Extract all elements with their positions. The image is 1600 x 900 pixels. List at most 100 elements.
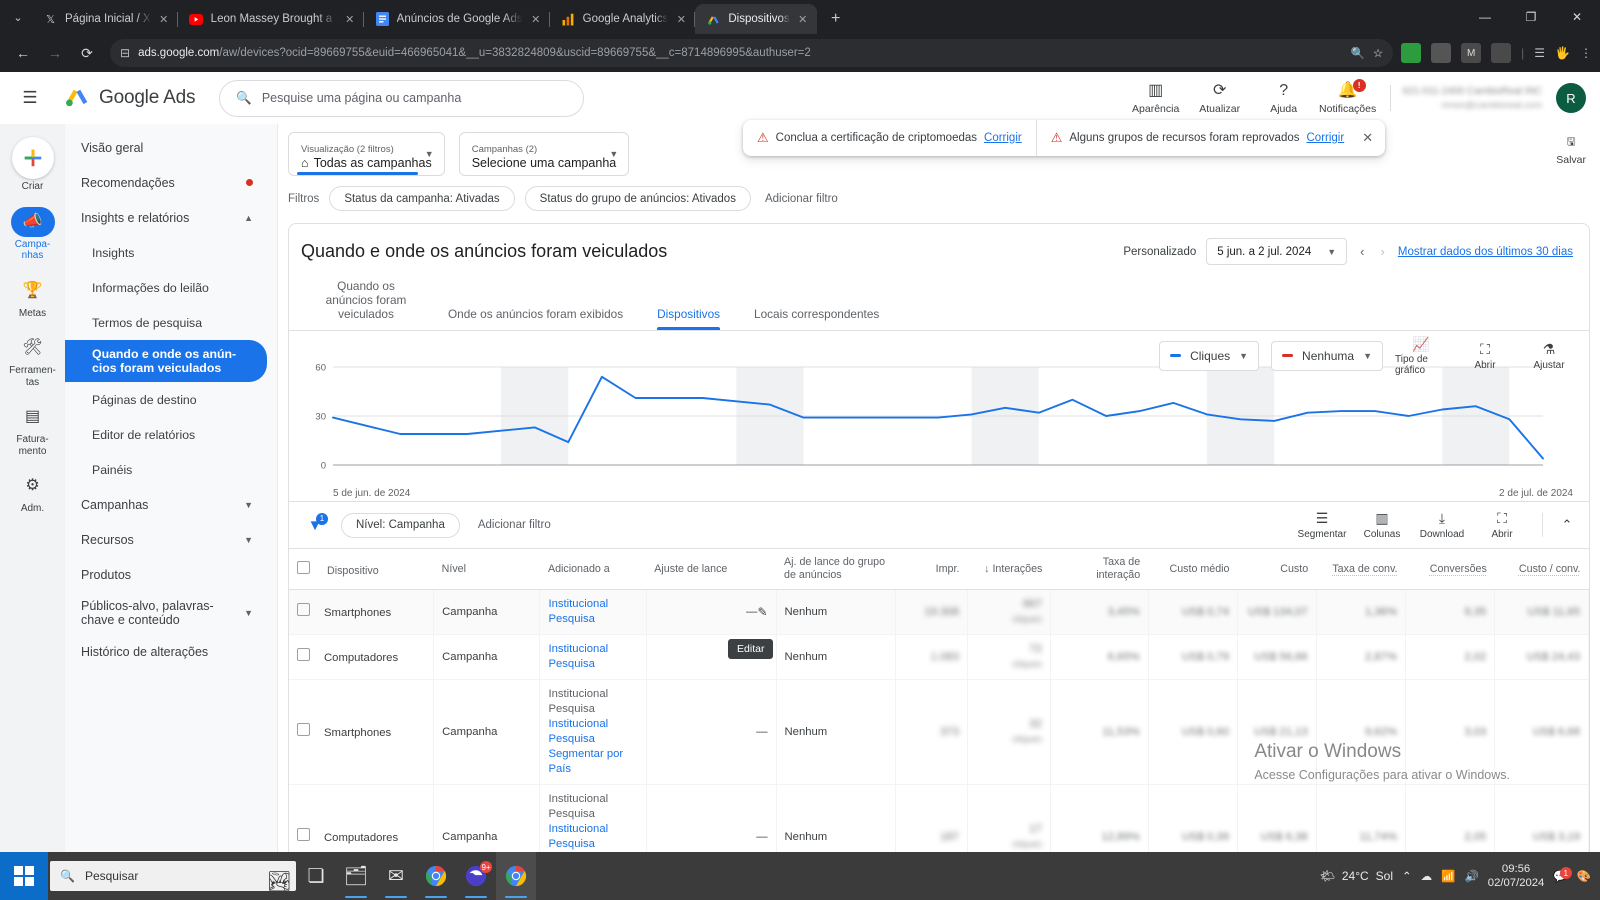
row-checkbox[interactable] xyxy=(297,828,310,841)
profile-icon[interactable]: 🖐 xyxy=(1555,46,1570,60)
browser-tab-2[interactable]: Leon Massey Brought a Bear | T ✕ xyxy=(178,4,364,34)
th-ajuste-de-lance[interactable]: Ajuste de lance xyxy=(646,548,777,590)
sidebar-item-termos-pesquisa[interactable]: Termos de pesquisa xyxy=(65,305,267,340)
close-window-icon[interactable]: ✕ xyxy=(1554,1,1600,33)
save-button[interactable]: 🖫 Salvar xyxy=(1556,134,1586,166)
chart-type-button[interactable]: 📈 Tipo de gráfico xyxy=(1395,335,1447,377)
rail-item-faturamento[interactable]: ▤ Fatura- mento xyxy=(2,397,64,464)
th-taxa-conv[interactable]: Taxa de conv. xyxy=(1316,548,1406,590)
copilot-icon[interactable]: 🎨 xyxy=(1577,869,1591,883)
extension-clip-icon[interactable] xyxy=(1491,43,1512,63)
browser-tab-3[interactable]: Anúncios de Google Ads para C ✕ xyxy=(364,4,550,34)
sidebar-item-quando-onde-anuncios[interactable]: Quando e onde os anún- cios foram veicul… xyxy=(65,340,267,382)
table-add-filter-button[interactable]: Adicionar filtro xyxy=(474,519,551,531)
search-input[interactable]: 🔍 Pesquise uma página ou campanha xyxy=(219,79,585,117)
mail-icon[interactable]: ✉ xyxy=(376,852,416,900)
table-row[interactable]: Computadores Campanha Institucional Pesq… xyxy=(289,784,1589,852)
toast-fix-link[interactable]: Corrigir xyxy=(984,132,1022,144)
date-range-picker[interactable]: 5 jun. a 2 jul. 2024 ▼ xyxy=(1206,238,1348,265)
close-icon[interactable]: ✕ xyxy=(797,13,809,26)
tab-dispositivos[interactable]: Dispositivos xyxy=(640,299,737,330)
sidebar-item-historico-alteracoes[interactable]: Histórico de alterações xyxy=(65,634,267,669)
toast-close-icon[interactable]: ✕ xyxy=(1358,130,1385,146)
sidebar-item-informacoes-leilao[interactable]: Informações do leilão xyxy=(65,270,267,305)
sidebar-item-campanhas[interactable]: Campanhas ▼ xyxy=(65,487,267,522)
th-aj-lance-grupo[interactable]: Aj. de lance do grupo de anúncios xyxy=(776,548,896,590)
close-icon[interactable]: ✕ xyxy=(158,13,170,26)
notifications-button[interactable]: 🔔 ! Notificações xyxy=(1318,78,1378,115)
new-tab-button[interactable]: + xyxy=(825,10,847,28)
url-input[interactable]: ⊟ ads.google.com/aw/devices?ocid=8966975… xyxy=(110,39,1394,67)
th-custo[interactable]: Custo xyxy=(1237,548,1317,590)
th-nivel[interactable]: Nível xyxy=(433,548,540,590)
start-button[interactable] xyxy=(0,852,48,900)
chart-expand-button[interactable]: ⛶ Abrir xyxy=(1459,341,1511,371)
minimize-icon[interactable]: — xyxy=(1462,1,1508,33)
edge-icon[interactable]: 9+ xyxy=(456,852,496,900)
added-to-entry[interactable]: Segmentar por País xyxy=(548,747,637,777)
maximize-icon[interactable]: ❐ xyxy=(1508,1,1554,33)
metric-selector-primary[interactable]: Cliques ▼ xyxy=(1159,340,1260,371)
clock[interactable]: 09:56 02/07/2024 xyxy=(1488,862,1545,890)
site-settings-icon[interactable]: ⊟ xyxy=(120,46,130,60)
tab-search-dropdown-icon[interactable]: ⌄ xyxy=(4,3,32,31)
added-to-entry[interactable]: Institucional Pesquisa xyxy=(548,642,637,672)
sidebar-item-insights[interactable]: Insights xyxy=(65,235,267,270)
table-row[interactable]: Smartphones Campanha Institucional Pesqu… xyxy=(289,589,1589,635)
th-interacoes[interactable]: ↓ Interações xyxy=(967,548,1051,590)
th-custo-medio[interactable]: Custo médio xyxy=(1148,548,1238,590)
rail-item-metas[interactable]: 🏆 Metas xyxy=(2,271,64,327)
close-icon[interactable]: ✕ xyxy=(530,13,542,26)
th-custo-conv[interactable]: Custo / conv. xyxy=(1494,548,1589,590)
tab-quando-anuncios-veiculados[interactable]: Quando os anúncios foram veiculados xyxy=(301,271,431,330)
tab-locais-correspondentes[interactable]: Locais correspondentes xyxy=(737,299,896,330)
filter-funnel-icon[interactable]: ▼ 1 xyxy=(303,512,328,534)
tray-expand-icon[interactable]: ⌃ xyxy=(1402,869,1412,883)
columns-button[interactable]: ▥ Colunas xyxy=(1354,510,1410,540)
sidebar-item-produtos[interactable]: Produtos xyxy=(65,557,267,592)
brand-logo[interactable]: Google Ads xyxy=(64,83,195,114)
sidebar-item-visao-geral[interactable]: Visão geral xyxy=(65,130,267,165)
row-checkbox[interactable] xyxy=(297,648,310,661)
forward-icon[interactable]: → xyxy=(40,38,70,68)
added-to-entry[interactable]: Institucional Pesquisa xyxy=(548,717,637,747)
table-expand-button[interactable]: ⛶ Abrir xyxy=(1474,510,1530,540)
row-checkbox[interactable] xyxy=(297,723,310,736)
chrome-menu-icon[interactable]: ⋮ xyxy=(1580,46,1592,60)
chevron-up-icon[interactable]: ⌃ xyxy=(1555,517,1579,533)
extension-green-icon[interactable] xyxy=(1401,43,1422,63)
sidebar-item-publicos-alvo[interactable]: Públicos-alvo, palavras- chave e conteúd… xyxy=(65,592,267,634)
reload-icon[interactable]: ⟳ xyxy=(72,38,102,68)
sidebar-item-recomendacoes[interactable]: Recomendações xyxy=(65,165,267,200)
weather-widget[interactable]: 🌤 24°C Sol xyxy=(1320,869,1393,883)
edit-pencil-icon[interactable]: ✎ xyxy=(757,605,767,620)
th-adicionado-a[interactable]: Adicionado a xyxy=(539,548,647,590)
tab-onde-anuncios-exibidos[interactable]: Onde os anúncios foram exibidos xyxy=(431,299,640,330)
table-row[interactable]: Computadores Campanha Institucional Pesq… xyxy=(289,634,1589,680)
metric-selector-secondary[interactable]: Nenhuma ▼ xyxy=(1271,340,1383,371)
chrome-icon[interactable] xyxy=(416,852,456,900)
table-filter-chip-level[interactable]: Nível: Campanha xyxy=(341,512,460,538)
segment-button[interactable]: ☰ Segmentar xyxy=(1294,510,1350,540)
th-taxa-interacao[interactable]: Taxa de interação xyxy=(1050,548,1149,590)
bookmark-star-icon[interactable]: ☆ xyxy=(1373,46,1383,60)
chrome-active-icon[interactable] xyxy=(496,852,536,900)
close-icon[interactable]: ✕ xyxy=(344,13,356,26)
task-view-icon[interactable]: ❏ xyxy=(296,852,336,900)
chart-adjust-button[interactable]: ⚗ Ajustar xyxy=(1523,341,1575,371)
browser-tab-1[interactable]: 𝕏 Página Inicial / X ✕ xyxy=(32,4,178,34)
th-impr[interactable]: Impr. xyxy=(895,548,968,590)
table-row[interactable]: Smartphones Campanha Institucional Pesqu… xyxy=(289,679,1589,785)
chevron-down-icon[interactable]: ▼ xyxy=(425,149,434,159)
row-checkbox[interactable] xyxy=(297,603,310,616)
browser-tab-5-active[interactable]: Dispositivos ✕ xyxy=(695,4,817,34)
sidebar-item-paginas-destino[interactable]: Páginas de destino xyxy=(65,382,267,417)
view-selector[interactable]: Visualização (2 filtros) ⌂ Todas as camp… xyxy=(288,132,445,176)
toast-fix-link[interactable]: Corrigir xyxy=(1307,132,1345,144)
rail-item-campanhas[interactable]: 📣 Campa- nhas xyxy=(2,202,64,269)
filter-chip-adgroup-status[interactable]: Status do grupo de anúncios: Ativados xyxy=(524,186,751,211)
file-explorer-icon[interactable]: 🗂 xyxy=(336,852,376,900)
show-last-30-days-link[interactable]: Mostrar dados dos últimos 30 dias xyxy=(1398,246,1573,258)
taskbar-search-input[interactable]: 🔍 Pesquisar 🏞 xyxy=(50,861,296,891)
rail-item-ferramentas[interactable]: 🛠 Ferramen- tas xyxy=(2,328,64,395)
